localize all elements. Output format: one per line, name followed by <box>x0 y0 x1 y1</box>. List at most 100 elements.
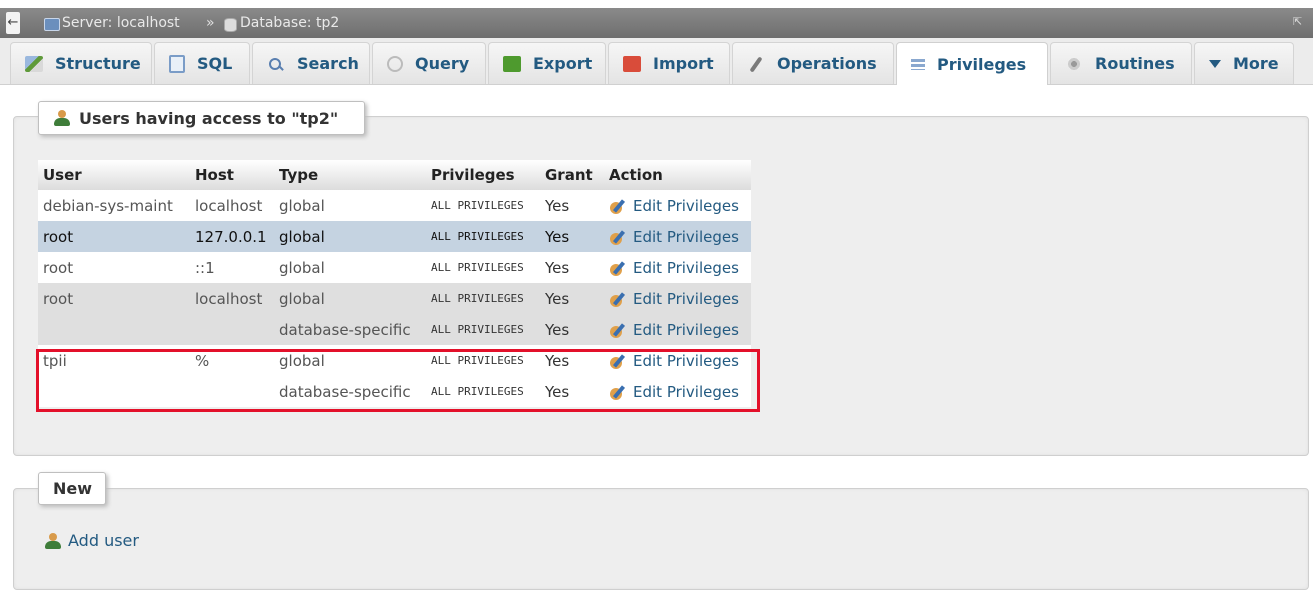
structure-icon <box>25 55 43 72</box>
edit-privileges-link[interactable]: Edit Privileges <box>609 321 747 339</box>
tab-search-label: Search <box>297 54 359 73</box>
edit-privileges-link[interactable]: Edit Privileges <box>609 228 747 246</box>
column-header-grant[interactable]: Grant <box>540 160 604 190</box>
column-header-user[interactable]: User <box>38 160 190 190</box>
query-icon <box>387 55 403 72</box>
edit-privileges-label: Edit Privileges <box>633 320 739 339</box>
cell-type: global <box>274 252 426 283</box>
edit-privileges-icon <box>609 229 627 245</box>
table-header-row: User Host Type Privileges Grant Action <box>38 160 751 190</box>
cell-privileges: ALL PRIVILEGES <box>426 283 540 314</box>
cell-host <box>190 314 274 345</box>
cell-grant: Yes <box>540 314 604 345</box>
edit-privileges-icon <box>609 353 627 369</box>
cell-action: Edit Privileges <box>604 283 751 314</box>
database-icon <box>224 18 237 32</box>
edit-privileges-link[interactable]: Edit Privileges <box>609 290 747 308</box>
tab-search[interactable]: Search <box>252 42 370 84</box>
cell-host: % <box>190 345 274 376</box>
cell-privileges: ALL PRIVILEGES <box>426 252 540 283</box>
edit-privileges-link[interactable]: Edit Privileges <box>609 383 747 401</box>
cell-grant: Yes <box>540 221 604 252</box>
cell-user <box>38 376 190 407</box>
cell-host: localhost <box>190 283 274 314</box>
edit-privileges-icon <box>609 291 627 307</box>
tab-structure[interactable]: Structure <box>10 42 152 84</box>
cell-user: root <box>38 252 190 283</box>
new-legend-text: New <box>53 479 93 498</box>
users-icon <box>53 109 71 127</box>
column-header-action: Action <box>604 160 751 190</box>
column-header-privileges[interactable]: Privileges <box>426 160 540 190</box>
cell-type: global <box>274 283 426 314</box>
cell-user: debian-sys-maint <box>38 190 190 221</box>
sql-icon <box>169 54 185 73</box>
breadcrumb-server[interactable]: Server: localhost <box>62 14 180 32</box>
server-icon <box>44 18 60 31</box>
breadcrumb-bar: ← Server: localhost » Database: tp2 ⇱ <box>0 8 1313 39</box>
cell-user <box>38 314 190 345</box>
cell-privileges: ALL PRIVILEGES <box>426 345 540 376</box>
cell-host <box>190 376 274 407</box>
search-icon <box>267 56 285 72</box>
edit-privileges-link[interactable]: Edit Privileges <box>609 352 747 370</box>
tab-structure-label: Structure <box>55 54 141 73</box>
add-user-link[interactable]: Add user <box>44 531 139 550</box>
tab-operations[interactable]: Operations <box>732 42 894 84</box>
cell-grant: Yes <box>540 376 604 407</box>
edit-privileges-label: Edit Privileges <box>633 196 739 215</box>
table-row: root localhost global ALL PRIVILEGES Yes… <box>38 283 751 314</box>
cell-type: database-specific <box>274 314 426 345</box>
edit-privileges-icon <box>609 198 627 214</box>
back-arrow-icon[interactable]: ← <box>6 12 20 34</box>
cell-host: 127.0.0.1 <box>190 221 274 252</box>
new-fieldset <box>13 488 1309 590</box>
cell-privileges: ALL PRIVILEGES <box>426 376 540 407</box>
cell-privileges: ALL PRIVILEGES <box>426 190 540 221</box>
tab-query-label: Query <box>415 54 470 73</box>
cell-type: global <box>274 345 426 376</box>
tab-operations-label: Operations <box>777 54 877 73</box>
tab-export-label: Export <box>533 54 593 73</box>
edit-privileges-label: Edit Privileges <box>633 289 739 308</box>
column-header-type[interactable]: Type <box>274 160 426 190</box>
users-table: User Host Type Privileges Grant Action d… <box>38 160 751 407</box>
tab-routines-label: Routines <box>1095 54 1175 73</box>
table-row: tpii % global ALL PRIVILEGES Yes Edit Pr… <box>38 345 751 376</box>
edit-privileges-icon <box>609 384 627 400</box>
table-row: database-specific ALL PRIVILEGES Yes Edi… <box>38 376 751 407</box>
table-row: root ::1 global ALL PRIVILEGES Yes Edit … <box>38 252 751 283</box>
cell-grant: Yes <box>540 190 604 221</box>
cell-type: database-specific <box>274 376 426 407</box>
edit-privileges-link[interactable]: Edit Privileges <box>609 259 747 277</box>
cell-action: Edit Privileges <box>604 376 751 407</box>
tab-query[interactable]: Query <box>372 42 486 84</box>
edit-privileges-label: Edit Privileges <box>633 351 739 370</box>
cell-action: Edit Privileges <box>604 190 751 221</box>
routines-icon <box>1065 55 1083 72</box>
cell-action: Edit Privileges <box>604 345 751 376</box>
edit-privileges-link[interactable]: Edit Privileges <box>609 197 747 215</box>
tab-privileges[interactable]: Privileges <box>896 42 1048 85</box>
edit-privileges-label: Edit Privileges <box>633 382 739 401</box>
export-icon <box>503 55 521 72</box>
tab-more[interactable]: More <box>1194 42 1294 84</box>
cell-host: localhost <box>190 190 274 221</box>
users-legend: Users having access to "tp2" <box>38 101 365 135</box>
column-header-host[interactable]: Host <box>190 160 274 190</box>
tab-export[interactable]: Export <box>488 42 606 84</box>
table-row: debian-sys-maint localhost global ALL PR… <box>38 190 751 221</box>
tab-import-label: Import <box>653 54 714 73</box>
tab-import[interactable]: Import <box>608 42 730 84</box>
tab-routines[interactable]: Routines <box>1050 42 1192 84</box>
cell-grant: Yes <box>540 252 604 283</box>
cell-user: tpii <box>38 345 190 376</box>
tab-sql[interactable]: SQL <box>154 42 250 84</box>
tab-sql-label: SQL <box>197 54 233 73</box>
collapse-icon[interactable]: ⇱ <box>1293 15 1305 29</box>
cell-grant: Yes <box>540 283 604 314</box>
breadcrumb-database[interactable]: Database: tp2 <box>240 14 339 32</box>
tab-more-label: More <box>1233 54 1279 73</box>
cell-user: root <box>38 283 190 314</box>
operations-icon <box>747 56 765 72</box>
